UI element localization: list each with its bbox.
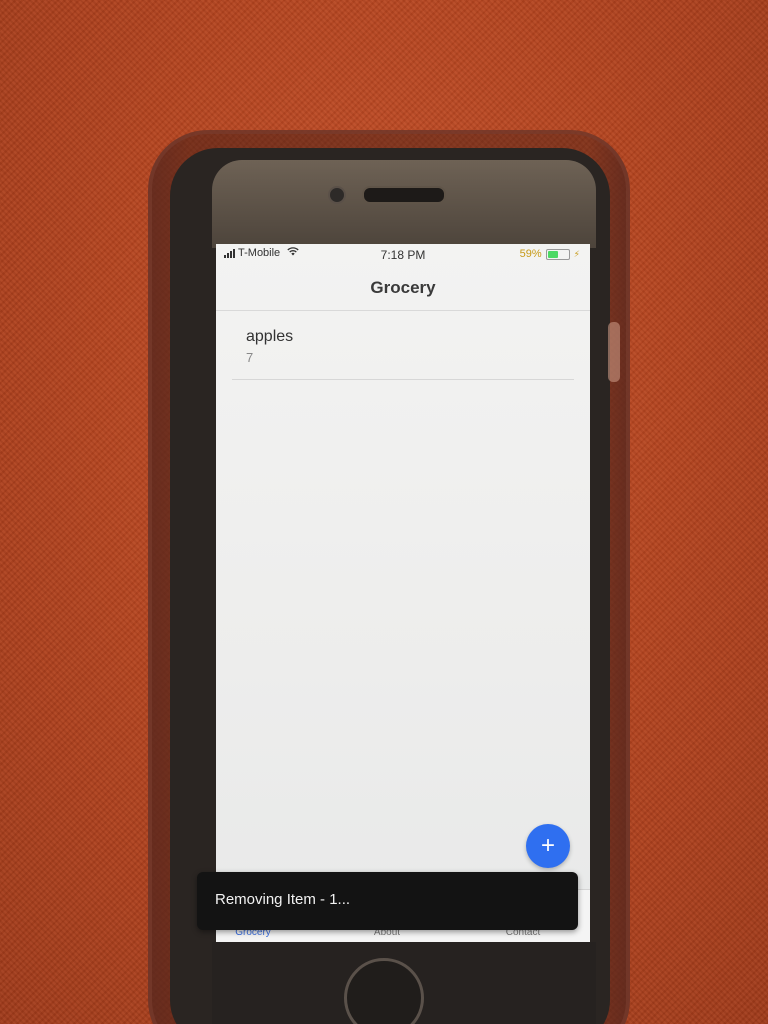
toast-message: Removing Item - 1...	[197, 872, 578, 930]
earpiece-speaker	[362, 186, 446, 204]
battery-icon	[545, 248, 570, 260]
page-title: Grocery	[370, 278, 436, 297]
item-quantity: 7	[246, 350, 254, 365]
plus-icon: +	[540, 832, 555, 859]
item-name: apples	[246, 328, 294, 345]
phone-screen: T-Mobile 7:18 PM 59% ⚡ Grocery apples 7	[216, 244, 590, 942]
battery-percent: 59%	[519, 248, 542, 260]
charging-icon: ⚡	[573, 248, 580, 259]
side-button	[608, 322, 620, 382]
status-right: 59% ⚡	[520, 248, 580, 260]
navigation-bar: Grocery	[216, 266, 590, 311]
front-camera	[328, 186, 346, 204]
grocery-list: apples 7	[232, 312, 574, 380]
battery-fill	[547, 250, 559, 258]
list-item[interactable]: apples 7	[232, 312, 574, 380]
status-bar: T-Mobile 7:18 PM 59% ⚡	[216, 244, 590, 266]
top-bezel	[212, 160, 596, 248]
add-item-button[interactable]: +	[526, 824, 570, 868]
